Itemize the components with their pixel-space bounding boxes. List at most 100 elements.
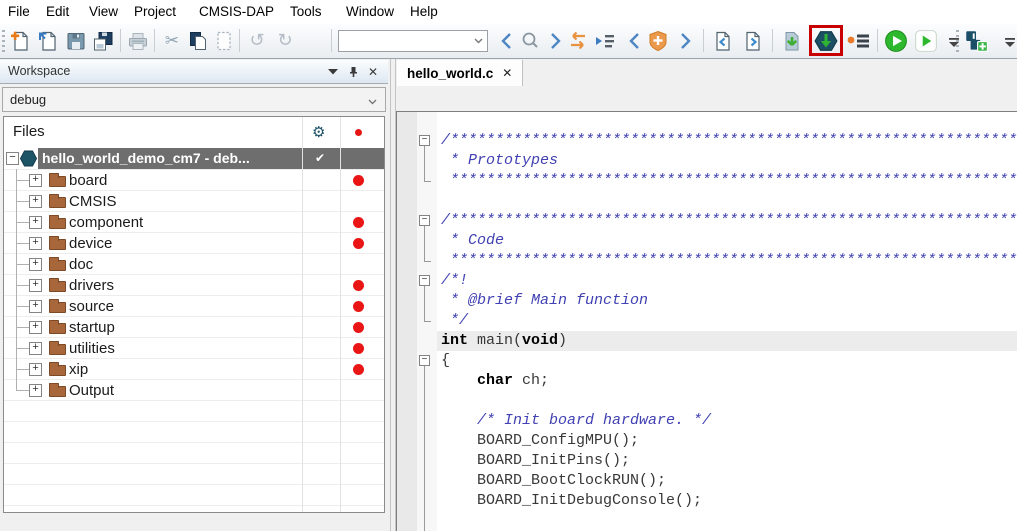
- fold-line: [424, 146, 425, 181]
- tree-item-doc[interactable]: + doc: [4, 254, 384, 275]
- tree-item-startup[interactable]: +startup: [4, 317, 384, 338]
- modified-column-icon: [355, 129, 362, 136]
- tree-item-utilities[interactable]: +utilities: [4, 338, 384, 359]
- folder-icon: [49, 260, 66, 271]
- config-selector[interactable]: debug: [2, 87, 386, 112]
- code-content[interactable]: /***************************************…: [437, 112, 1017, 531]
- close-panel-icon[interactable]: ✕: [364, 60, 382, 83]
- folder-icon: [49, 323, 66, 334]
- undo-button[interactable]: ↺: [244, 27, 270, 54]
- expand-icon[interactable]: +: [29, 363, 42, 376]
- code-line: * Prototypes: [441, 151, 1017, 171]
- cut-button[interactable]: ✂: [159, 27, 185, 54]
- next-document-button[interactable]: [740, 27, 766, 54]
- tree-item-component[interactable]: +component: [4, 212, 384, 233]
- pagedownload-icon: [781, 30, 803, 52]
- fold-marker[interactable]: −: [419, 355, 430, 366]
- expand-icon[interactable]: +: [29, 258, 42, 271]
- tree-item-source[interactable]: +source: [4, 296, 384, 317]
- save-all-button[interactable]: [90, 27, 116, 54]
- cores-icon: [963, 29, 989, 53]
- folder-icon: [49, 302, 66, 313]
- download-debug-run-button[interactable]: [883, 27, 909, 54]
- go-to-button[interactable]: [593, 27, 619, 54]
- tree-item-cmsis[interactable]: +CMSIS: [4, 191, 384, 212]
- fold-marker[interactable]: −: [419, 135, 430, 146]
- debug-without-downloading-button[interactable]: [846, 27, 872, 54]
- folder-icon: [49, 239, 66, 250]
- paste-icon: [213, 30, 235, 52]
- close-tab-icon[interactable]: ✕: [502, 66, 512, 80]
- expand-icon[interactable]: +: [29, 321, 42, 334]
- navigate-forward-button[interactable]: [672, 27, 698, 54]
- find-combobox[interactable]: [338, 30, 488, 52]
- column-divider: [302, 117, 303, 512]
- expand-icon[interactable]: +: [29, 174, 42, 187]
- fold-marker[interactable]: −: [419, 215, 430, 226]
- pin-icon[interactable]: [344, 60, 362, 83]
- save-button[interactable]: [63, 27, 89, 54]
- menu-cmsis-dap[interactable]: CMSIS-DAP: [199, 0, 274, 24]
- menu-project[interactable]: Project: [134, 0, 176, 24]
- new-file-button[interactable]: [8, 27, 34, 54]
- code-line: {: [441, 351, 1017, 371]
- toolbar-options-button[interactable]: [997, 27, 1017, 54]
- replace-button[interactable]: [565, 27, 591, 54]
- print-button[interactable]: [125, 27, 151, 54]
- folder-icon: [49, 281, 66, 292]
- save-icon: [65, 30, 87, 52]
- docnext-icon: [742, 30, 764, 52]
- tab-bar: hello_world.c ✕: [396, 60, 1017, 86]
- menu-edit[interactable]: Edit: [46, 0, 69, 24]
- tab-hello-world-c[interactable]: hello_world.c ✕: [397, 60, 523, 86]
- debug-run-button[interactable]: [913, 27, 939, 54]
- menu-help[interactable]: Help: [410, 0, 438, 24]
- paste-button[interactable]: [211, 27, 237, 54]
- tree-item-output[interactable]: +Output: [4, 380, 384, 401]
- expand-icon[interactable]: +: [29, 216, 42, 229]
- expand-icon[interactable]: +: [29, 279, 42, 292]
- project-name: hello_world_demo_cm7 - deb...: [42, 148, 250, 169]
- toolbar-grip[interactable]: [956, 30, 959, 52]
- multicore-debug-button[interactable]: [963, 27, 989, 54]
- expand-icon[interactable]: +: [29, 195, 42, 208]
- breakpoint-margin[interactable]: [397, 112, 417, 531]
- copy-button[interactable]: [185, 27, 211, 54]
- modified-indicator: [353, 280, 364, 291]
- saveall-icon: [92, 30, 114, 52]
- print-icon: [127, 30, 149, 52]
- menu-view[interactable]: View: [89, 0, 118, 24]
- menu-tools[interactable]: Tools: [290, 0, 322, 24]
- grid-line: [4, 421, 384, 422]
- tree-item-drivers[interactable]: +drivers: [4, 275, 384, 296]
- fold-marker[interactable]: −: [419, 275, 430, 286]
- fold-line: [424, 286, 425, 321]
- docprev-icon: [712, 30, 734, 52]
- code-editor[interactable]: /***************************************…: [396, 111, 1017, 531]
- expand-icon[interactable]: +: [29, 300, 42, 313]
- new-from-template-button[interactable]: [36, 27, 62, 54]
- application-window: File Edit View Project CMSIS-DAP Tools Window H…: [0, 0, 1017, 531]
- grid-line: [4, 442, 384, 443]
- toolbar-grip[interactable]: [2, 30, 5, 52]
- config-selector-value: debug: [10, 88, 46, 111]
- expand-icon[interactable]: +: [29, 384, 42, 397]
- tree-item-xip[interactable]: +xip: [4, 359, 384, 380]
- panel-menu-icon[interactable]: [324, 60, 342, 83]
- expand-icon[interactable]: +: [29, 342, 42, 355]
- modified-indicator: [353, 217, 364, 228]
- redo-button[interactable]: ↻: [272, 27, 298, 54]
- tree-item-label: doc: [69, 254, 93, 275]
- tree-item-project[interactable]: − hello_world_demo_cm7 - deb... ✔: [4, 148, 384, 169]
- menu-file[interactable]: File: [8, 0, 30, 24]
- tree-item-board[interactable]: +board: [4, 170, 384, 191]
- collapse-icon[interactable]: −: [6, 152, 19, 165]
- menu-window[interactable]: Window: [346, 0, 394, 24]
- find-button[interactable]: [517, 27, 543, 54]
- bookmark-button[interactable]: [645, 27, 671, 54]
- toolbar-separator: [703, 29, 704, 52]
- tree-item-device[interactable]: +device: [4, 233, 384, 254]
- expand-icon[interactable]: +: [29, 237, 42, 250]
- download-button[interactable]: [779, 27, 805, 54]
- previous-document-button[interactable]: [710, 27, 736, 54]
